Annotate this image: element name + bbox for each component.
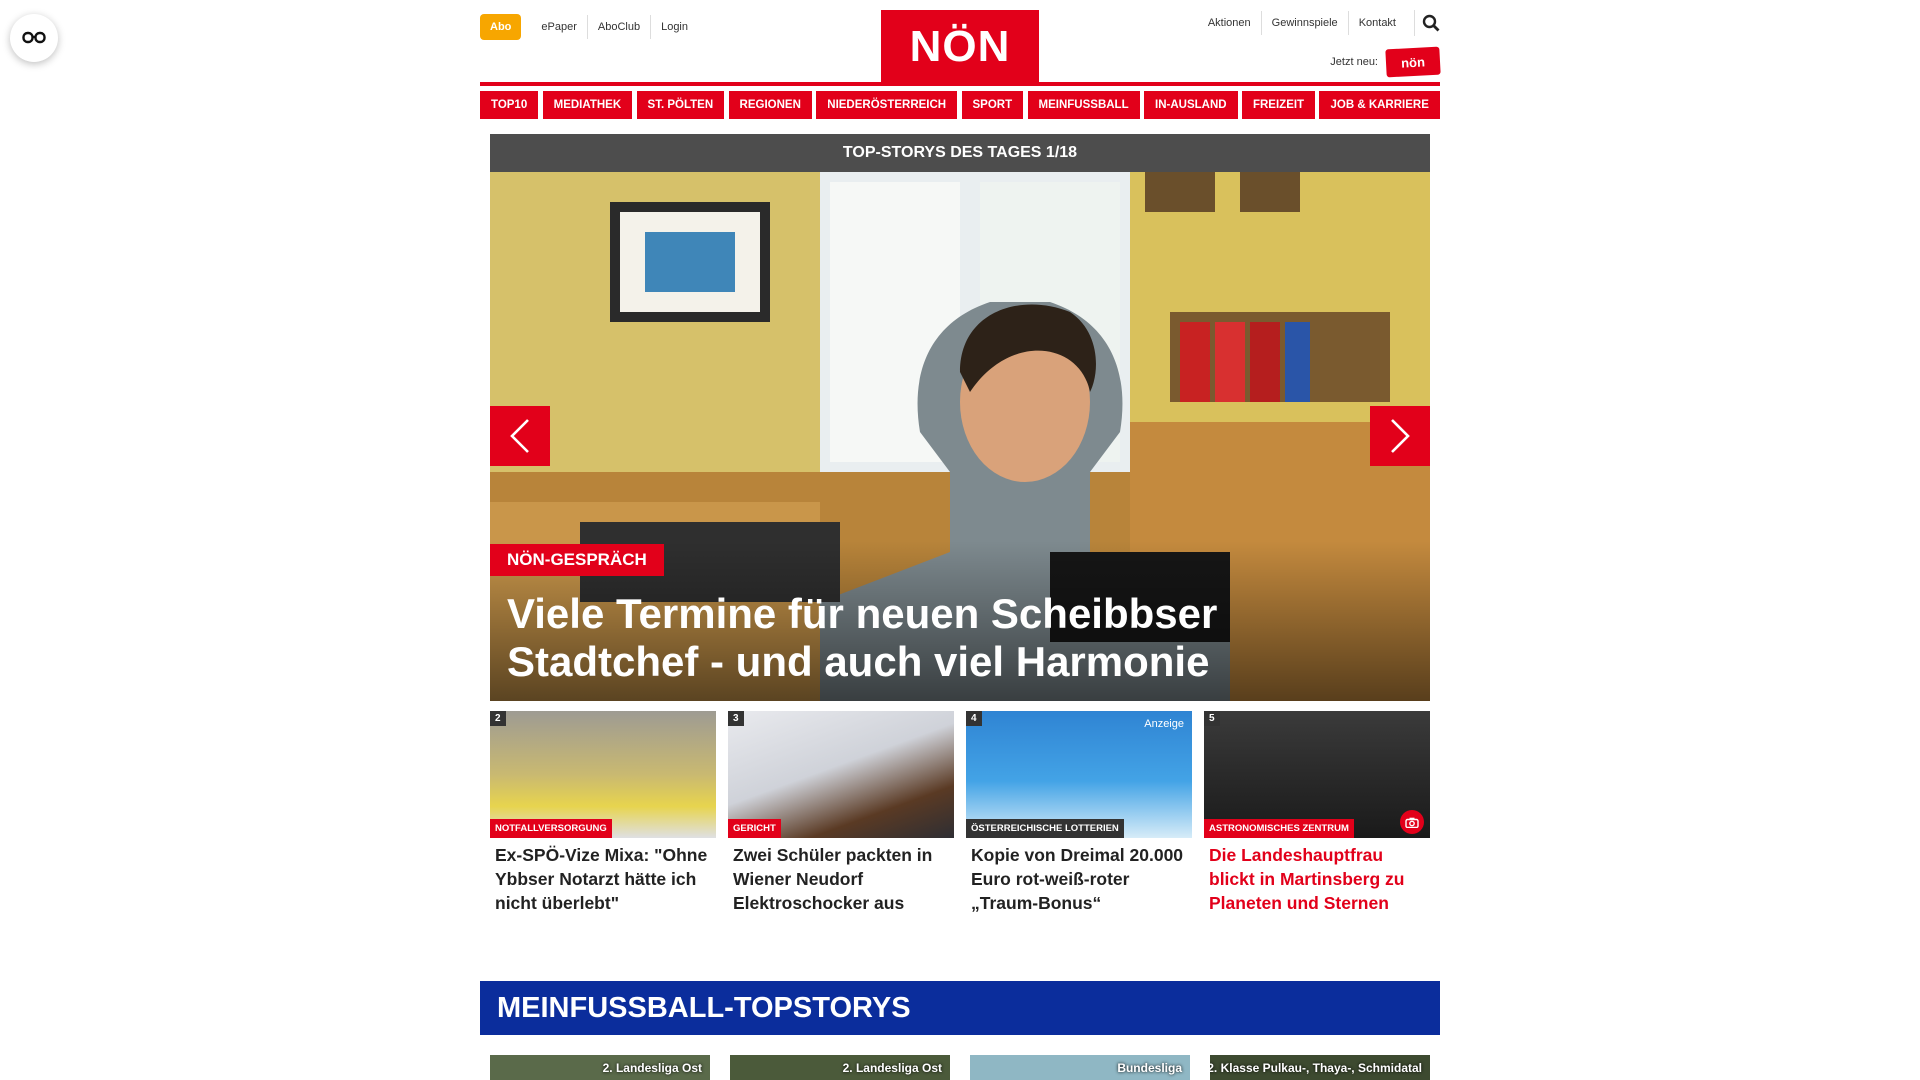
- slider-title: TOP-STORYS DES TAGES 1/18: [490, 134, 1430, 172]
- jetzt-neu-label: Jetzt neu:: [1330, 56, 1378, 68]
- meinfussball-cards: 2. Landesliga Ost 2. Landesliga Ost Bund…: [490, 1055, 1430, 1080]
- meinfussball-card[interactable]: 2. Klasse Pulkau-, Thaya-, Schmidatal: [1210, 1055, 1430, 1080]
- abo-button[interactable]: Abo: [480, 14, 522, 40]
- meinfussball-card[interactable]: 2. Landesliga Ost: [490, 1055, 710, 1080]
- story-number: 2: [490, 711, 506, 726]
- story-number: 5: [1204, 711, 1220, 726]
- league-label: 2. Landesliga Ost: [602, 1061, 702, 1075]
- top-stories-slider: TOP-STORYS DES TAGES 1/18 NÖN-GESPRÄCH V…: [490, 134, 1430, 701]
- kontakt-link[interactable]: Kontakt: [1347, 11, 1406, 35]
- nav-item-meinfussball[interactable]: MEINFUSSBALL: [1027, 91, 1140, 119]
- story-number: 3: [728, 711, 744, 726]
- ad-label: Anzeige: [1144, 718, 1184, 730]
- nav-item-job-karriere[interactable]: JOB & KARRIERE: [1319, 91, 1440, 119]
- gewinnspiele-link[interactable]: Gewinnspiele: [1260, 11, 1348, 35]
- slider-next-button[interactable]: [1370, 406, 1430, 466]
- chevron-right-icon: [1391, 419, 1410, 453]
- story-title[interactable]: Zwei Schüler packten in Wiener Neudorf E…: [728, 838, 954, 915]
- header-divider: [480, 82, 1440, 86]
- league-label: Bundesliga: [1117, 1061, 1182, 1075]
- story-card[interactable]: 5 ASTRONOMISCHES ZENTRUM Die Landeshaupt…: [1204, 711, 1430, 915]
- story-card[interactable]: 2 NOTFALLVERSORGUNG Ex-SPÖ-Vize Mixa: "O…: [490, 711, 716, 915]
- site-header: Abo ePaper AboClub Login NÖN Aktionen Ge…: [480, 0, 1441, 88]
- chevron-left-icon: [510, 419, 529, 453]
- league-label: 2. Landesliga Ost: [842, 1061, 942, 1075]
- hero-kicker: NÖN-GESPRÄCH: [490, 544, 664, 576]
- aboclub-link[interactable]: AboClub: [586, 15, 650, 39]
- nav-item-top10[interactable]: TOP10: [480, 91, 539, 119]
- eye-glasses-icon: [22, 31, 46, 44]
- story-kicker: NOTFALLVERSORGUNG: [490, 819, 612, 838]
- story-cards: 2 NOTFALLVERSORGUNG Ex-SPÖ-Vize Mixa: "O…: [490, 711, 1430, 915]
- accessibility-button[interactable]: [10, 14, 58, 62]
- top-left-links: Abo ePaper AboClub Login: [480, 14, 698, 40]
- meinfussball-section-title[interactable]: MEINFUSSBALL-TOPSTORYS: [480, 981, 1440, 1035]
- story-title[interactable]: Die Landeshauptfrau blickt in Martinsber…: [1204, 838, 1430, 915]
- meinfussball-card[interactable]: 2. Landesliga Ost: [730, 1055, 950, 1080]
- login-link[interactable]: Login: [650, 15, 698, 39]
- story-title[interactable]: Ex-SPÖ-Vize Mixa: "Ohne Ybbser Notarzt h…: [490, 838, 716, 915]
- nav-item-st-poelten[interactable]: ST. PÖLTEN: [636, 91, 725, 119]
- story-title[interactable]: Kopie von Dreimal 20.000 Euro rot-weiß-r…: [966, 838, 1192, 915]
- story-kicker: ASTRONOMISCHES ZENTRUM: [1204, 819, 1354, 838]
- epaper-link[interactable]: ePaper: [531, 15, 586, 39]
- story-image: 4 Anzeige ÖSTERREICHISCHE LOTTERIEN: [966, 711, 1192, 838]
- aktionen-link[interactable]: Aktionen: [1198, 11, 1261, 35]
- nav-item-niederoesterreich[interactable]: NIEDERÖSTERREICH: [816, 91, 958, 119]
- main-nav: TOP10 MEDIATHEK ST. PÖLTEN REGIONEN NIED…: [480, 91, 1440, 119]
- hero-story[interactable]: NÖN-GESPRÄCH Viele Termine für neuen Sch…: [490, 172, 1430, 701]
- nav-item-regionen[interactable]: REGIONEN: [728, 91, 812, 119]
- story-image: 5 ASTRONOMISCHES ZENTRUM: [1204, 711, 1430, 838]
- story-image: 2 NOTFALLVERSORGUNG: [490, 711, 716, 838]
- top-right-links: Aktionen Gewinnspiele Kontakt: [1188, 10, 1440, 36]
- meinfussball-card[interactable]: Bundesliga: [970, 1055, 1190, 1080]
- die-kleine-non-logo[interactable]: nön: [1385, 46, 1441, 78]
- story-card[interactable]: 4 Anzeige ÖSTERREICHISCHE LOTTERIEN Kopi…: [966, 711, 1192, 915]
- jetzt-neu: Jetzt neu: nön: [1330, 46, 1441, 78]
- story-image: 3 GERICHT: [728, 711, 954, 838]
- story-card[interactable]: 3 GERICHT Zwei Schüler packten in Wiener…: [728, 711, 954, 915]
- hero-headline[interactable]: Viele Termine für neuen Scheibbser Stadt…: [507, 590, 1407, 686]
- story-kicker: GERICHT: [728, 819, 781, 838]
- league-label: 2. Klasse Pulkau-, Thaya-, Schmidatal: [1210, 1061, 1422, 1075]
- nav-item-mediathek[interactable]: MEDIATHEK: [542, 91, 633, 119]
- non-logo[interactable]: NÖN: [881, 10, 1039, 84]
- nav-item-in-ausland[interactable]: IN-AUSLAND: [1144, 91, 1238, 119]
- page-container: Abo ePaper AboClub Login NÖN Aktionen Ge…: [480, 0, 1441, 1080]
- nav-item-freizeit[interactable]: FREIZEIT: [1241, 91, 1316, 119]
- slider-prev-button[interactable]: [490, 406, 550, 466]
- story-number: 4: [966, 711, 982, 726]
- story-kicker: ÖSTERREICHISCHE LOTTERIEN: [966, 819, 1124, 838]
- nav-item-sport[interactable]: SPORT: [961, 91, 1024, 119]
- camera-icon: [1400, 810, 1424, 834]
- search-icon[interactable]: [1414, 10, 1440, 36]
